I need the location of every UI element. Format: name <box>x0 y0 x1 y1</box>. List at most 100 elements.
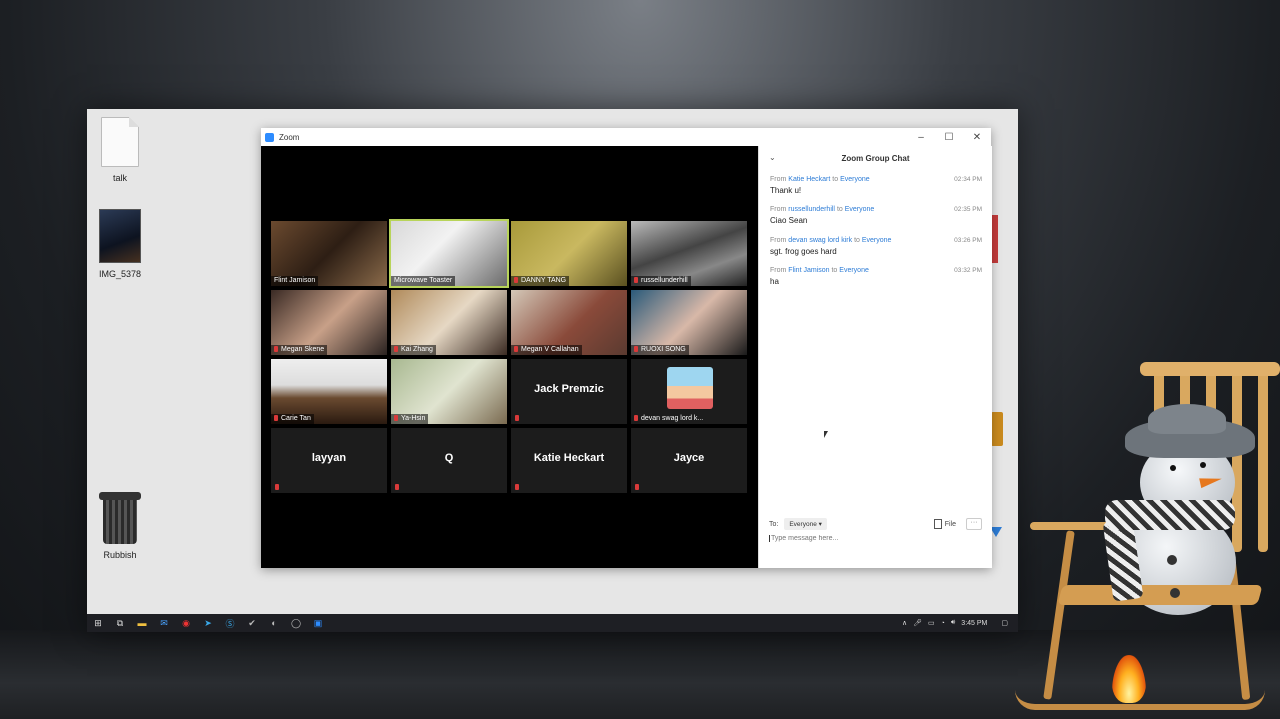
steam-icon[interactable]: ✔ <box>245 617 259 629</box>
task-view-icon[interactable]: ⧉ <box>113 617 127 629</box>
more-options-button[interactable]: ··· <box>966 518 982 530</box>
taskbar: ⊞ ⧉ ▬ ✉ ◉ ➤ Ⓢ ✔ ◐ ◯ ▣ ∧ 🎤︎ ▭ ◔ 🔊︎ 3:45 P… <box>87 614 1018 632</box>
file-button[interactable]: File <box>933 519 956 529</box>
recipient-dropdown[interactable]: Everyone ▾ <box>784 518 827 530</box>
muted-mic-icon <box>514 277 518 283</box>
participant-tile-no-video[interactable]: Q <box>391 428 507 493</box>
taskbar-clock[interactable]: 3:45 PM <box>961 620 987 627</box>
message-recipient[interactable]: Everyone <box>839 267 869 274</box>
windows-start-icon[interactable]: ⊞ <box>91 617 105 629</box>
muted-mic-icon <box>635 484 639 490</box>
chat-panel: ⌄ Zoom Group Chat From Katie Heckart to … <box>758 146 992 568</box>
participant-tile-no-video[interactable]: Katie Heckart <box>511 428 627 493</box>
chat-message: From Flint Jamison to Everyone 03:32 PM … <box>770 267 982 286</box>
fire-icon <box>1112 655 1146 703</box>
avatar <box>667 367 713 409</box>
chat-message-input[interactable] <box>769 535 981 542</box>
desktop-icon-rubbish[interactable]: Rubbish <box>88 492 152 560</box>
message-text: Ciao Sean <box>770 216 808 225</box>
opera-icon[interactable]: ◉ <box>179 617 193 629</box>
participant-name: Carie Tan <box>281 415 311 422</box>
zoom-window: Zoom – ☐ ✕ Flint Jamison Microwave Toast… <box>261 128 992 568</box>
participant-tile-active-speaker[interactable]: Microwave Toaster <box>389 219 509 288</box>
message-recipient[interactable]: Everyone <box>862 237 892 244</box>
from-label: From <box>770 176 787 183</box>
snowman-button <box>1170 588 1180 598</box>
desktop-icon-talk[interactable]: talk <box>88 117 152 183</box>
message-time: 03:32 PM <box>954 267 982 274</box>
app-icon[interactable]: ◐ <box>267 617 281 629</box>
trash-bin-icon <box>99 492 141 544</box>
desktop-icon-image[interactable]: IMG_5378 <box>88 209 152 279</box>
mouse-cursor-icon <box>824 431 828 438</box>
participant-tile-no-video[interactable]: Jack Premzic <box>511 359 627 424</box>
telegram-icon[interactable]: ➤ <box>201 617 215 629</box>
snowman-eye <box>1200 462 1206 468</box>
muted-mic-icon <box>634 277 638 283</box>
to-label: to <box>854 237 860 244</box>
muted-mic-icon <box>394 346 398 352</box>
message-sender[interactable]: devan swag lord kirk <box>788 237 852 244</box>
maximize-button[interactable]: ☐ <box>935 132 963 143</box>
participant-tile[interactable]: DANNY TANG <box>511 221 627 286</box>
from-label: From <box>770 267 787 274</box>
minimize-button[interactable]: – <box>907 132 935 143</box>
tray-volume-icon[interactable]: 🔊︎ <box>951 619 955 627</box>
participant-tile[interactable]: Kai Zhang <box>391 290 507 355</box>
participant-tile[interactable]: RUOXI SONG <box>631 290 747 355</box>
participant-tile[interactable]: Megan V Callahan <box>511 290 627 355</box>
zoom-taskbar-icon[interactable]: ▣ <box>311 617 325 629</box>
participant-tile-no-video[interactable]: Jayce <box>631 428 747 493</box>
participant-tile[interactable]: Megan Skene <box>271 290 387 355</box>
message-time: 02:34 PM <box>954 176 982 183</box>
participant-tile[interactable]: russellunderhill <box>631 221 747 286</box>
participant-tile[interactable]: Ya-Hsin <box>391 359 507 424</box>
participant-name: RUOXI SONG <box>641 346 686 353</box>
participant-name: Jayce <box>673 452 705 464</box>
participant-tile[interactable]: Flint Jamison <box>271 221 387 286</box>
message-sender[interactable]: Katie Heckart <box>788 176 830 183</box>
system-tray: ∧ 🎤︎ ▭ ◔ 🔊︎ 3:45 PM ▢ <box>902 619 1018 627</box>
participant-tile-no-video[interactable]: layyan <box>271 428 387 493</box>
muted-mic-icon <box>514 346 518 352</box>
close-button[interactable]: ✕ <box>963 132 991 143</box>
obs-icon[interactable]: ◯ <box>289 617 303 629</box>
muted-mic-icon <box>274 346 278 352</box>
file-explorer-icon[interactable]: ▬ <box>135 617 149 629</box>
tray-chevron-icon[interactable]: ∧ <box>902 619 907 627</box>
participant-tile[interactable]: devan swag lord k... <box>631 359 747 424</box>
tray-network-icon[interactable]: ◔ <box>941 620 945 627</box>
to-label: to <box>836 206 843 213</box>
participant-name: Flint Jamison <box>274 277 316 284</box>
chat-message: From devan swag lord kirk to Everyone 03… <box>770 237 982 256</box>
desktop-icon-label: talk <box>112 173 127 183</box>
document-icon <box>101 117 139 167</box>
muted-mic-icon <box>515 484 519 490</box>
rocking-chair-seat <box>1057 585 1263 605</box>
message-sender[interactable]: russellunderhill <box>788 206 835 213</box>
participant-name: Megan Skene <box>281 346 325 353</box>
chat-recipient-row: To: Everyone ▾ File ··· <box>769 518 982 530</box>
notification-icon[interactable]: ▢ <box>1001 619 1008 627</box>
participant-tile[interactable]: Carie Tan <box>271 359 387 424</box>
participant-name: Kai Zhang <box>401 346 433 353</box>
gallery-view: Flint Jamison Microwave Toaster DANNY TA… <box>261 146 758 568</box>
muted-mic-icon <box>515 415 519 421</box>
skype-icon[interactable]: Ⓢ <box>223 617 237 629</box>
to-label: To: <box>769 520 779 528</box>
message-recipient[interactable]: Everyone <box>840 176 870 183</box>
participant-name: Katie Heckart <box>533 452 605 464</box>
message-recipient[interactable]: Everyone <box>845 206 875 213</box>
participant-name: layyan <box>311 452 347 464</box>
message-sender[interactable]: Flint Jamison <box>788 267 829 274</box>
tray-mic-icon[interactable]: 🎤︎ <box>913 619 922 627</box>
from-label: From <box>770 206 787 213</box>
file-label: File <box>944 520 956 528</box>
to-label: to <box>831 267 838 274</box>
mail-icon[interactable]: ✉ <box>157 617 171 629</box>
participant-name: Q <box>444 452 454 464</box>
tray-battery-icon[interactable]: ▭ <box>928 619 935 627</box>
message-time: 03:26 PM <box>954 237 982 244</box>
chat-title: Zoom Group Chat <box>841 154 910 163</box>
background-window-edge <box>991 412 1003 446</box>
